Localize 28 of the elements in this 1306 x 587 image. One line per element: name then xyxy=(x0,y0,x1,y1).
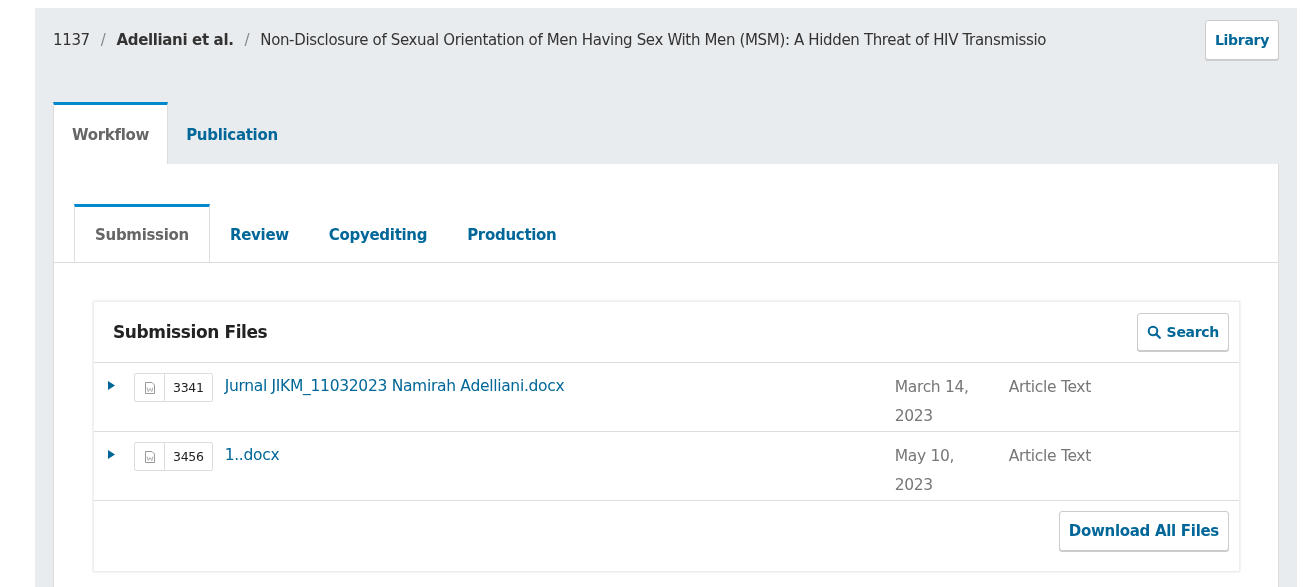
document-icon xyxy=(144,450,155,463)
submission-id: 1137 xyxy=(53,31,90,49)
stage-tab[interactable]: Submission xyxy=(74,204,210,262)
library-button[interactable]: Library xyxy=(1204,20,1279,60)
expand-icon[interactable] xyxy=(108,381,115,390)
file-id: 3341 xyxy=(172,379,205,397)
stage-tab[interactable]: Review xyxy=(210,204,309,262)
file-link[interactable]: 1..docx xyxy=(224,442,895,469)
tab[interactable]: Publication xyxy=(168,102,296,164)
search-button[interactable]: Search xyxy=(1136,313,1229,351)
file-type: Article Text xyxy=(1008,446,1092,467)
file-id: 3456 xyxy=(172,448,205,466)
stage-tab[interactable]: Copyediting xyxy=(308,204,448,262)
expand-icon[interactable] xyxy=(108,450,115,459)
submission-title: Non-Disclosure of Sexual Orientation of Men Having Sex With Men (MSM): A Hidden Threat of HIV Transmissio xyxy=(260,31,1048,49)
stage-tab[interactable]: Production xyxy=(447,204,577,262)
breadcrumb-separator: / xyxy=(100,31,106,49)
download-all-button[interactable]: Download All Files xyxy=(1058,511,1229,551)
file-link[interactable]: Jurnal JIKM_11032023 Namirah Adelliani.docx xyxy=(224,373,895,400)
document-icon xyxy=(144,381,155,394)
search-icon xyxy=(1146,325,1161,339)
breadcrumb-separator: / xyxy=(244,31,250,49)
file-type: Article Text xyxy=(1008,377,1092,398)
tab[interactable]: Workflow xyxy=(53,102,169,164)
panel-title: Submission Files xyxy=(113,322,268,342)
file-date: March 14, 2023 xyxy=(894,377,970,427)
file-date: May 10, 2023 xyxy=(894,446,956,496)
authors: Adelliani et al. xyxy=(116,31,234,49)
